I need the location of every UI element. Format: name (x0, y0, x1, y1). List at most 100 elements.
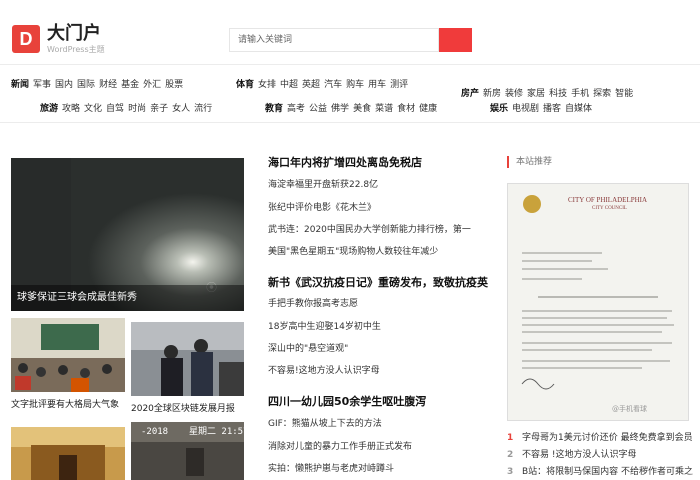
ranked-item-text[interactable]: B站：将限制马保国内容 不给秽作者可乘之 (522, 467, 693, 477)
nav-divider (0, 122, 700, 123)
news-headline[interactable]: 四川一幼儿园50余学生呕吐腹泻 (268, 395, 426, 409)
letter-heading: CITY OF PHILADELPHIA (568, 196, 648, 204)
thumb-image[interactable] (131, 322, 244, 396)
thumb-image[interactable] (11, 427, 125, 480)
nav-item[interactable]: 财经 (99, 79, 117, 91)
nav-item[interactable]: 菜谱 (375, 103, 393, 115)
nav-item[interactable]: 用车 (368, 79, 386, 91)
feature-image[interactable]: ⦿ 球爹保证三球会成最佳新秀 (11, 158, 244, 311)
news-item[interactable]: 不容易!这地方没人认识字母 (268, 365, 490, 377)
nav-item[interactable]: 流行 (194, 103, 212, 115)
nav-item[interactable]: 外汇 (143, 79, 161, 91)
nav-item[interactable]: 女排 (258, 79, 276, 91)
news-item[interactable]: 深山中的"悬空道观" (268, 343, 490, 355)
ranked-item[interactable]: 2 不容易 !这地方没人认识字母 (507, 449, 697, 461)
nav-item[interactable]: 军事 (33, 79, 51, 91)
letter-subheading: CITY COUNCIL (592, 206, 627, 211)
nav-item[interactable]: 播客 (543, 103, 561, 115)
nav-item[interactable]: 科技 (549, 88, 567, 100)
rank-number: 2 (507, 450, 514, 460)
rank-number: 3 (507, 467, 514, 477)
nav-item[interactable]: 国际 (77, 79, 95, 91)
news-item[interactable]: 手把手教你报高考志愿 (268, 298, 490, 310)
nav-item[interactable]: 装修 (505, 88, 523, 100)
nav-item[interactable]: 新闻 (11, 79, 29, 91)
svg-text:-2018: -2018 (141, 427, 168, 437)
nav-entertainment: 娱乐 电视剧 播客 自媒体 (490, 103, 596, 115)
nav-news: 新闻 军事 国内 国际 财经 基金 外汇 股票 (11, 79, 187, 91)
nav-item[interactable]: 房产 (461, 88, 479, 100)
nav-item[interactable]: 国内 (55, 79, 73, 91)
nav-item[interactable]: 文化 (84, 103, 102, 115)
nav-item[interactable]: 娱乐 (490, 103, 508, 115)
nav-item[interactable]: 食材 (397, 103, 415, 115)
nav-item[interactable]: 家居 (527, 88, 545, 100)
nav-item[interactable]: 基金 (121, 79, 139, 91)
ranked-item-text[interactable]: 字母哥为1美元讨价还价 最终免费拿到会员 (522, 433, 693, 443)
news-item[interactable]: 实拍：懒熊护崽与老虎对峙蹲斗 (268, 463, 490, 475)
search-button[interactable] (439, 28, 472, 52)
nav-item[interactable]: 攻略 (62, 103, 80, 115)
nav-travel: 旅游 攻略 文化 自驾 时尚 亲子 女人 流行 (40, 103, 216, 115)
svg-text:星期二 21:57: 星期二 21:57 (189, 426, 244, 437)
nav-item[interactable]: 中超 (280, 79, 298, 91)
nav-item[interactable]: 汽车 (324, 79, 342, 91)
nav-house: 房产 新房 装修 家居 科技 手机 探索 智能 (461, 88, 637, 100)
nav-item[interactable]: 英超 (302, 79, 320, 91)
news-headline[interactable]: 新书《武汉抗疫日记》重磅发布，致敬抗疫英 (268, 276, 488, 290)
nav-item[interactable]: 自媒体 (565, 103, 592, 115)
ranked-item-text[interactable]: 不容易 !这地方没人认识字母 (522, 450, 636, 460)
news-item[interactable]: 18岁高中生迎娶14岁初中生 (268, 321, 490, 333)
nav-item[interactable]: 美食 (353, 103, 371, 115)
nav-item[interactable]: 测评 (390, 79, 408, 91)
thumb-caption[interactable]: 文字批评要有大格局大气象 (11, 399, 119, 411)
nav-education: 教育 高考 公益 佛学 美食 菜谱 食材 健康 (265, 103, 441, 115)
nav-item[interactable]: 健康 (419, 103, 437, 115)
nav-item[interactable]: 电视剧 (512, 103, 539, 115)
news-headline[interactable]: 海口年内将扩增四处离岛免税店 (268, 156, 422, 170)
nav-item[interactable]: 自驾 (106, 103, 124, 115)
nav-item[interactable]: 时尚 (128, 103, 146, 115)
search-input[interactable]: 请输入关键词 (229, 28, 439, 52)
recommend-image[interactable]: CITY OF PHILADELPHIA CITY COUNCIL @手机看球 (507, 183, 689, 421)
nav-item[interactable]: 佛学 (331, 103, 349, 115)
site-name[interactable]: 大门户 (47, 24, 101, 44)
nav-item[interactable]: 股票 (165, 79, 183, 91)
nav-item[interactable]: 智能 (615, 88, 633, 100)
nav-item[interactable]: 亲子 (150, 103, 168, 115)
letter-watermark: @手机看球 (612, 405, 647, 413)
site-subtitle: WordPress主题 (47, 45, 105, 54)
nav-item[interactable]: 高考 (287, 103, 305, 115)
thumb-image[interactable] (11, 318, 125, 392)
nav-item[interactable]: 女人 (172, 103, 190, 115)
letter-photo (508, 184, 688, 420)
news-item[interactable]: GIF：熊猫从坡上下去的方法 (268, 418, 490, 430)
rank-number: 1 (507, 433, 514, 443)
feature-caption[interactable]: 球爹保证三球会成最佳新秀 (11, 285, 244, 311)
site-logo[interactable]: D (12, 25, 40, 53)
news-item[interactable]: 美国"黑色星期五"现场购物人数较往年减少 (268, 246, 490, 258)
thumb-classroom-photo (11, 318, 125, 392)
news-item[interactable]: 张纪中评价电影《花木兰》 (268, 202, 490, 214)
thumb-crowd-photo (131, 322, 244, 396)
nav-item[interactable]: 购车 (346, 79, 364, 91)
news-item[interactable]: 消除对儿童的暴力工作手册正式发布 (268, 441, 490, 453)
ranked-item[interactable]: 3 B站：将限制马保国内容 不给秽作者可乘之 (507, 466, 697, 478)
thumb-image[interactable]: -2018 星期二 21:57 (131, 422, 244, 480)
header-divider (0, 64, 700, 65)
nav-item[interactable]: 体育 (236, 79, 254, 91)
nav-item[interactable]: 公益 (309, 103, 327, 115)
recommend-title: 本站推荐 (507, 156, 552, 168)
nav-item[interactable]: 旅游 (40, 103, 58, 115)
thumb-temple-photo (11, 427, 125, 480)
nav-item[interactable]: 探索 (593, 88, 611, 100)
nav-item[interactable]: 教育 (265, 103, 283, 115)
news-item[interactable]: 武书连：2020中国民办大学创新能力排行榜，第一 (268, 224, 490, 236)
nav-item[interactable]: 手机 (571, 88, 589, 100)
thumb-caption[interactable]: 2020全球区块链发展月报 (131, 403, 235, 415)
thumb-cctv-photo: -2018 星期二 21:57 (131, 422, 244, 480)
nav-item[interactable]: 新房 (483, 88, 501, 100)
news-item[interactable]: 海淀幸福里开盘斩获22.8亿 (268, 179, 490, 191)
ranked-item[interactable]: 1 字母哥为1美元讨价还价 最终免费拿到会员 (507, 432, 697, 444)
nav-sports: 体育 女排 中超 英超 汽车 购车 用车 测评 (236, 79, 412, 91)
